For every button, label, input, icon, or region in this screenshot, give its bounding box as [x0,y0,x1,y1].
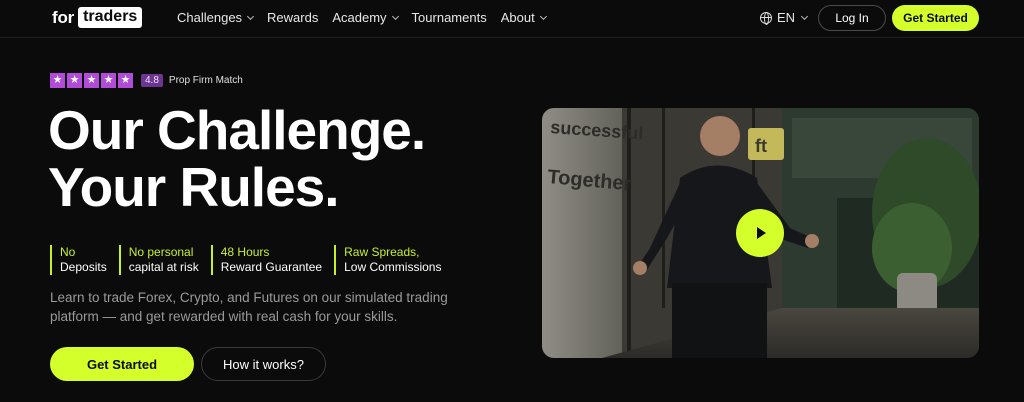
video-player[interactable]: successful Together ft [542,108,979,358]
star-icon: ★ [101,73,116,88]
rating-stars: ★ ★ ★ ★ ★ [50,73,133,88]
language-selector[interactable]: EN [760,10,809,25]
rating-badge: ★ ★ ★ ★ ★ 4.8 Prop Firm Match [50,73,243,88]
feature-item: Raw Spreads, Low Commissions [334,245,441,275]
play-button[interactable] [736,209,784,257]
feature-subtitle: Reward Guarantee [220,260,323,274]
nav-item-label: Tournaments [411,10,487,25]
headline-line-2: Your Rules. [48,156,340,218]
hero-description: Learn to trade Forex, Crypto, and Future… [50,290,448,324]
chevron-down-icon [247,12,255,20]
logo-box: traders [78,7,143,28]
nav-item-challenges[interactable]: Challenges [177,10,255,25]
chevron-down-icon [801,12,809,20]
nav-item-about[interactable]: About [500,10,547,25]
sign-text: ft [755,136,767,156]
top-navigation: for traders Challenges Rewards Academy T… [0,0,1024,38]
feature-title: 48 Hours [220,245,270,259]
brand-logo[interactable]: for traders [52,7,143,28]
nav-item-label: Rewards [267,10,319,25]
chevron-down-icon [391,12,399,20]
login-button[interactable]: Log In [818,5,886,31]
feature-subtitle: Low Commissions [344,260,442,274]
star-icon: ★ [84,73,99,88]
rating-score: 4.8 [141,74,163,87]
get-started-nav-button[interactable]: Get Started [892,5,979,31]
nav-item-label: Challenges [177,10,243,25]
star-icon: ★ [50,73,65,88]
feature-subtitle: capital at risk [128,260,199,274]
how-it-works-button[interactable]: How it works? [201,347,326,381]
nav-item-tournaments[interactable]: Tournaments [412,10,487,25]
feature-item: 48 Hours Reward Guarantee [210,245,323,275]
feature-list: No Deposits No personal capital at risk … [50,245,453,275]
logo-prefix: for [52,7,75,27]
star-icon: ★ [67,73,82,88]
main-menu: Challenges Rewards Academy Tournaments A… [177,10,547,25]
globe-icon [760,11,772,25]
feature-subtitle: Deposits [60,260,107,274]
nav-item-academy[interactable]: Academy [332,10,399,25]
feature-item: No personal capital at risk [118,245,199,275]
nav-item-label: Academy [332,10,387,25]
feature-title: No personal [128,245,194,259]
get-started-button[interactable]: Get Started [50,347,194,381]
language-label: EN [777,10,796,25]
nav-item-label: About [500,10,535,25]
rating-source: Prop Firm Match [168,75,243,86]
hero-headline: Our Challenge. Your Rules. [48,99,426,218]
headline-line-1: Our Challenge. [48,99,426,161]
feature-title: No [60,245,76,259]
nav-item-rewards[interactable]: Rewards [267,10,318,25]
play-icon [757,227,766,239]
star-icon: ★ [118,73,133,88]
feature-title: Raw Spreads, [344,245,420,259]
feature-item: No Deposits [50,245,107,275]
chevron-down-icon [539,12,547,20]
